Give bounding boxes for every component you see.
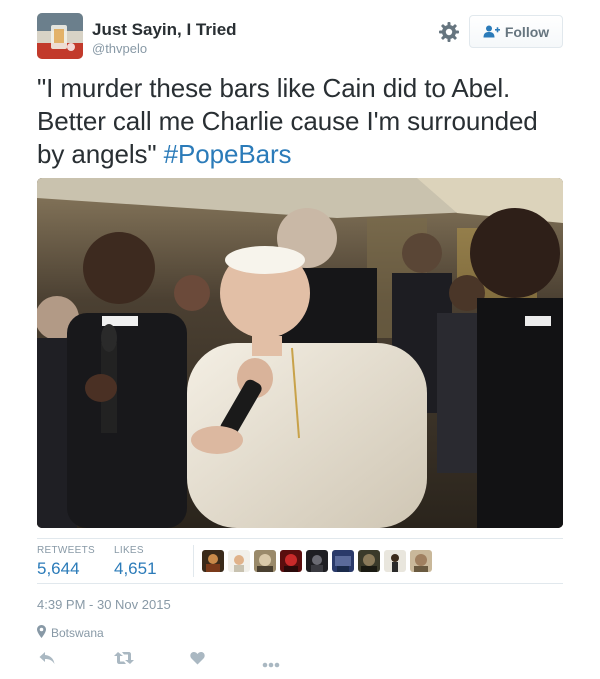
user-name[interactable]: Just Sayin, I Tried: [92, 20, 237, 40]
liker-avatar[interactable]: [332, 550, 354, 572]
likes-stat[interactable]: LIKES 4,651: [114, 545, 157, 579]
likers-avatars: [202, 550, 432, 572]
liker-avatar[interactable]: [254, 550, 276, 572]
retweets-stat[interactable]: RETWEETS 5,644: [37, 545, 95, 579]
reply-icon[interactable]: [39, 651, 55, 670]
like-icon[interactable]: [190, 651, 205, 670]
follow-label: Follow: [504, 23, 550, 40]
liker-avatar[interactable]: [228, 550, 250, 572]
liker-avatar[interactable]: [202, 550, 224, 572]
map-pin-icon: [37, 625, 46, 641]
tweet-photo[interactable]: [37, 178, 563, 528]
location-label: Botswana: [51, 626, 104, 640]
follow-button[interactable]: Follow: [469, 15, 563, 48]
liker-avatar[interactable]: [410, 550, 432, 572]
stats-divider: [193, 545, 194, 577]
tweet-timestamp[interactable]: 4:39 PM - 30 Nov 2015: [37, 597, 171, 612]
user-handle[interactable]: @thvpelo: [92, 41, 147, 56]
gear-icon[interactable]: [438, 21, 460, 43]
user-avatar[interactable]: [37, 13, 83, 59]
liker-avatar[interactable]: [306, 550, 328, 572]
tweet-location[interactable]: Botswana: [37, 625, 104, 641]
likes-label: LIKES: [114, 545, 144, 556]
retweets-count: 5,644: [37, 559, 80, 578]
tweet-actions: [37, 651, 297, 669]
tweet-text: "I murder these bars like Cain did to Ab…: [37, 72, 567, 171]
follow-person-icon: [483, 25, 500, 38]
liker-avatar[interactable]: [280, 550, 302, 572]
liker-avatar[interactable]: [384, 550, 406, 572]
hashtag-link[interactable]: #PopeBars: [164, 139, 292, 169]
likes-count: 4,651: [114, 559, 157, 578]
tweet-stats: RETWEETS 5,644 LIKES 4,651: [37, 538, 563, 584]
tweet-header: Just Sayin, I Tried @thvpelo Follow: [37, 13, 563, 63]
liker-avatar[interactable]: [358, 550, 380, 572]
retweet-icon[interactable]: [114, 651, 134, 670]
more-icon[interactable]: [262, 655, 280, 673]
retweets-label: RETWEETS: [37, 545, 95, 556]
